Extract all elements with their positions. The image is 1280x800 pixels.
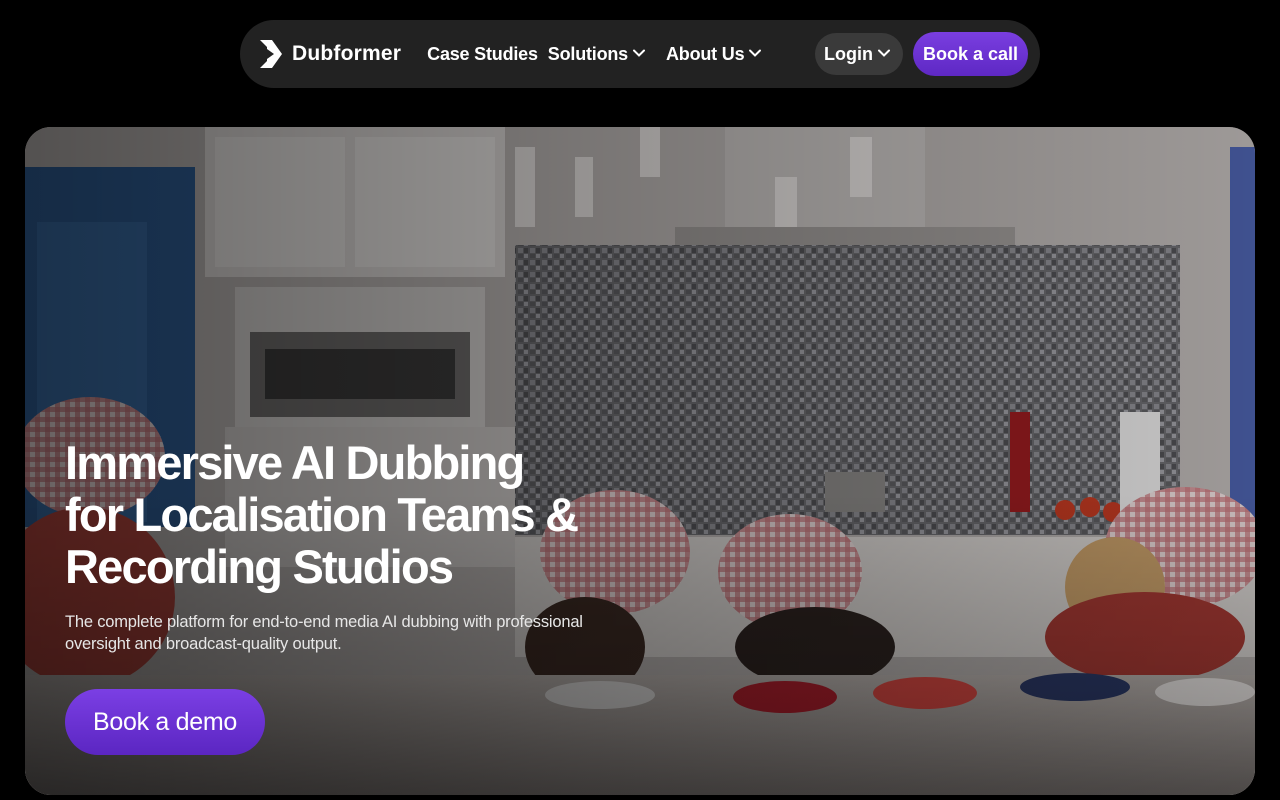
hero-subtitle: The complete platform for end-to-end med… (65, 613, 583, 653)
nav-link-case-studies[interactable]: Case Studies (427, 44, 538, 65)
hero-title-line: for Localisation Teams & (65, 488, 579, 541)
hero-title: Immersive AI Dubbing for Localisation Te… (65, 437, 685, 593)
top-nav: Dubformer Case Studies Solutions About U… (240, 20, 1040, 88)
nav-link-label: Case Studies (427, 43, 538, 64)
login-label: Login (823, 43, 873, 64)
login-button[interactable]: Login (814, 33, 903, 75)
chevron-down-icon (877, 44, 891, 65)
book-a-demo-button[interactable]: Book a demo (65, 689, 265, 755)
hero-title-line: Recording Studios (65, 540, 454, 593)
brand-name: Dubformer (292, 42, 402, 65)
nav-link-solutions[interactable]: Solutions (548, 44, 646, 65)
nav-link-label: Solutions (547, 43, 628, 64)
nav-link-about-us[interactable]: About Us (666, 44, 762, 65)
hero-title-line: Immersive AI Dubbing (65, 436, 525, 489)
chevron-down-icon (748, 44, 762, 65)
nav-links: Case Studies Solutions About Us (427, 44, 762, 65)
dubformer-logo-icon (258, 38, 284, 70)
chevron-down-icon (632, 44, 646, 65)
nav-link-label: About Us (666, 43, 745, 64)
book-a-call-button[interactable]: Book a call (912, 32, 1028, 76)
hero-section: Immersive AI Dubbing for Localisation Te… (25, 127, 1255, 795)
brand-logo[interactable]: Dubformer (258, 38, 401, 70)
